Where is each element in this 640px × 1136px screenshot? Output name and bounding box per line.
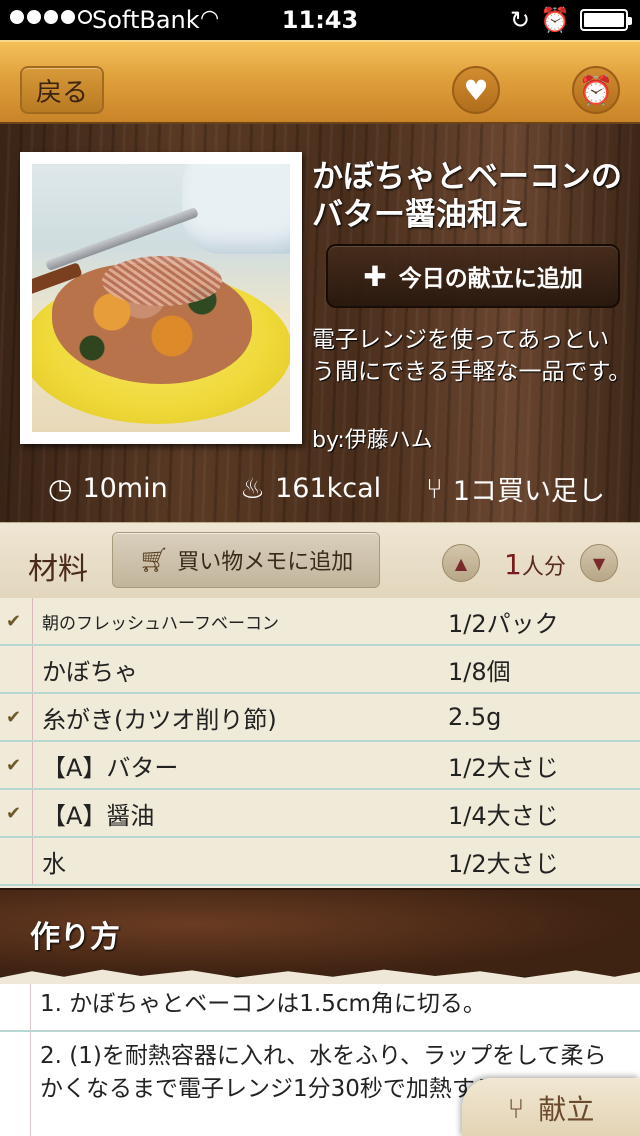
cook-time: ◷ 10min — [48, 471, 168, 505]
back-button[interactable]: 戻る — [20, 66, 104, 114]
menu-tab-label: 献立 — [538, 1093, 595, 1126]
recipe-description: 電子レンジを使ってあっという間にできる手軽な一品です。 — [312, 327, 632, 385]
ingredient-row[interactable]: かぼちゃ 1/8個 — [0, 646, 640, 694]
heart-icon: ♥ — [463, 73, 489, 107]
ingredient-name: 【A】醤油 — [42, 801, 155, 830]
fork-knife-icon: ⑂ — [426, 471, 443, 505]
calories: ♨ 161kcal — [240, 471, 382, 505]
check-icon: ✔ — [6, 802, 22, 824]
method-step: 1. かぼちゃとベーコンは1.5cm角に切る。 — [40, 991, 486, 1017]
status-bar: SoftBank ◠ 11:43 ↻ ⏰ — [0, 0, 640, 40]
check-icon: ✔ — [6, 754, 22, 776]
ingredient-qty: 1/2パック — [448, 609, 559, 638]
recipe-stats: ◷ 10min ♨ 161kcal ⑂ 1コ買い足し — [0, 466, 640, 510]
ingredients-title: 材料 — [28, 552, 88, 587]
ingredients-list: ✔ 朝のフレッシュハーフベーコン 1/2パック かぼちゃ 1/8個 ✔ 糸がき(… — [0, 598, 640, 888]
fork-knife-icon: ⑂ — [507, 1091, 525, 1125]
check-icon: ✔ — [6, 706, 22, 728]
recipe-author: by:伊藤ハム — [312, 428, 433, 453]
cart-icon: 🛒︎ — [138, 546, 170, 574]
battery-icon — [580, 9, 632, 31]
ingredient-qty: 1/8個 — [448, 657, 511, 686]
ingredient-qty: 1/2大さじ — [448, 849, 559, 878]
plus-icon: ✚ — [363, 259, 387, 293]
rotation-lock-icon: ↻ — [510, 6, 531, 34]
flame-icon: ♨ — [240, 471, 266, 505]
ingredient-name: かぼちゃ — [42, 657, 138, 686]
ingredient-name: 【A】バター — [42, 753, 179, 782]
method-title: 作り方 — [30, 920, 120, 955]
add-to-menu-button[interactable]: ✚ 今日の献立に追加 — [326, 244, 620, 308]
ingredient-name: 糸がき(カツオ削り節) — [42, 705, 277, 734]
triangle-up-icon: ▲ — [454, 553, 468, 573]
add-to-menu-label: 今日の献立に追加 — [398, 266, 583, 292]
triangle-down-icon: ▼ — [592, 553, 606, 573]
add-to-shopping-memo-button[interactable]: 🛒︎ 買い物メモに追加 — [112, 532, 380, 588]
servings-decrease-button[interactable]: ▼ — [580, 544, 618, 582]
recipe-photo — [20, 152, 302, 444]
ingredient-qty: 1/4大さじ — [448, 801, 559, 830]
alarm-clock-icon: ⏰ — [578, 73, 614, 107]
check-icon: ✔ — [6, 610, 22, 632]
ingredient-row[interactable]: 水 1/2大さじ — [0, 838, 640, 886]
servings-display: 1人分 — [504, 548, 566, 581]
favorite-button[interactable]: ♥ — [452, 66, 500, 114]
ingredient-row[interactable]: ✔ 朝のフレッシュハーフベーコン 1/2パック — [0, 598, 640, 646]
menu-tab-button[interactable]: ⑂ 献立 — [462, 1078, 640, 1136]
ingredient-qty: 1/2大さじ — [448, 753, 559, 782]
recipe-title: かぼちゃとベーコンのバター醤油和え — [312, 159, 622, 233]
alarm-status-icon: ⏰ — [540, 6, 570, 34]
servings-increase-button[interactable]: ▲ — [442, 544, 480, 582]
ingredient-row[interactable]: ✔ 【A】バター 1/2大さじ — [0, 742, 640, 790]
ingredient-qty: 2.5g — [448, 703, 502, 731]
extra-purchase: ⑂ 1コ買い足し — [426, 471, 605, 507]
memo-button-label: 買い物メモに追加 — [177, 550, 354, 575]
clock-icon: ◷ — [48, 471, 73, 505]
ingredient-row[interactable]: ✔ 糸がき(カツオ削り節) 2.5g — [0, 694, 640, 742]
ingredient-name: 水 — [42, 849, 66, 878]
timer-button[interactable]: ⏰ — [572, 66, 620, 114]
ingredient-name: 朝のフレッシュハーフベーコン — [42, 613, 279, 634]
ingredient-row[interactable]: ✔ 【A】醤油 1/4大さじ — [0, 790, 640, 838]
